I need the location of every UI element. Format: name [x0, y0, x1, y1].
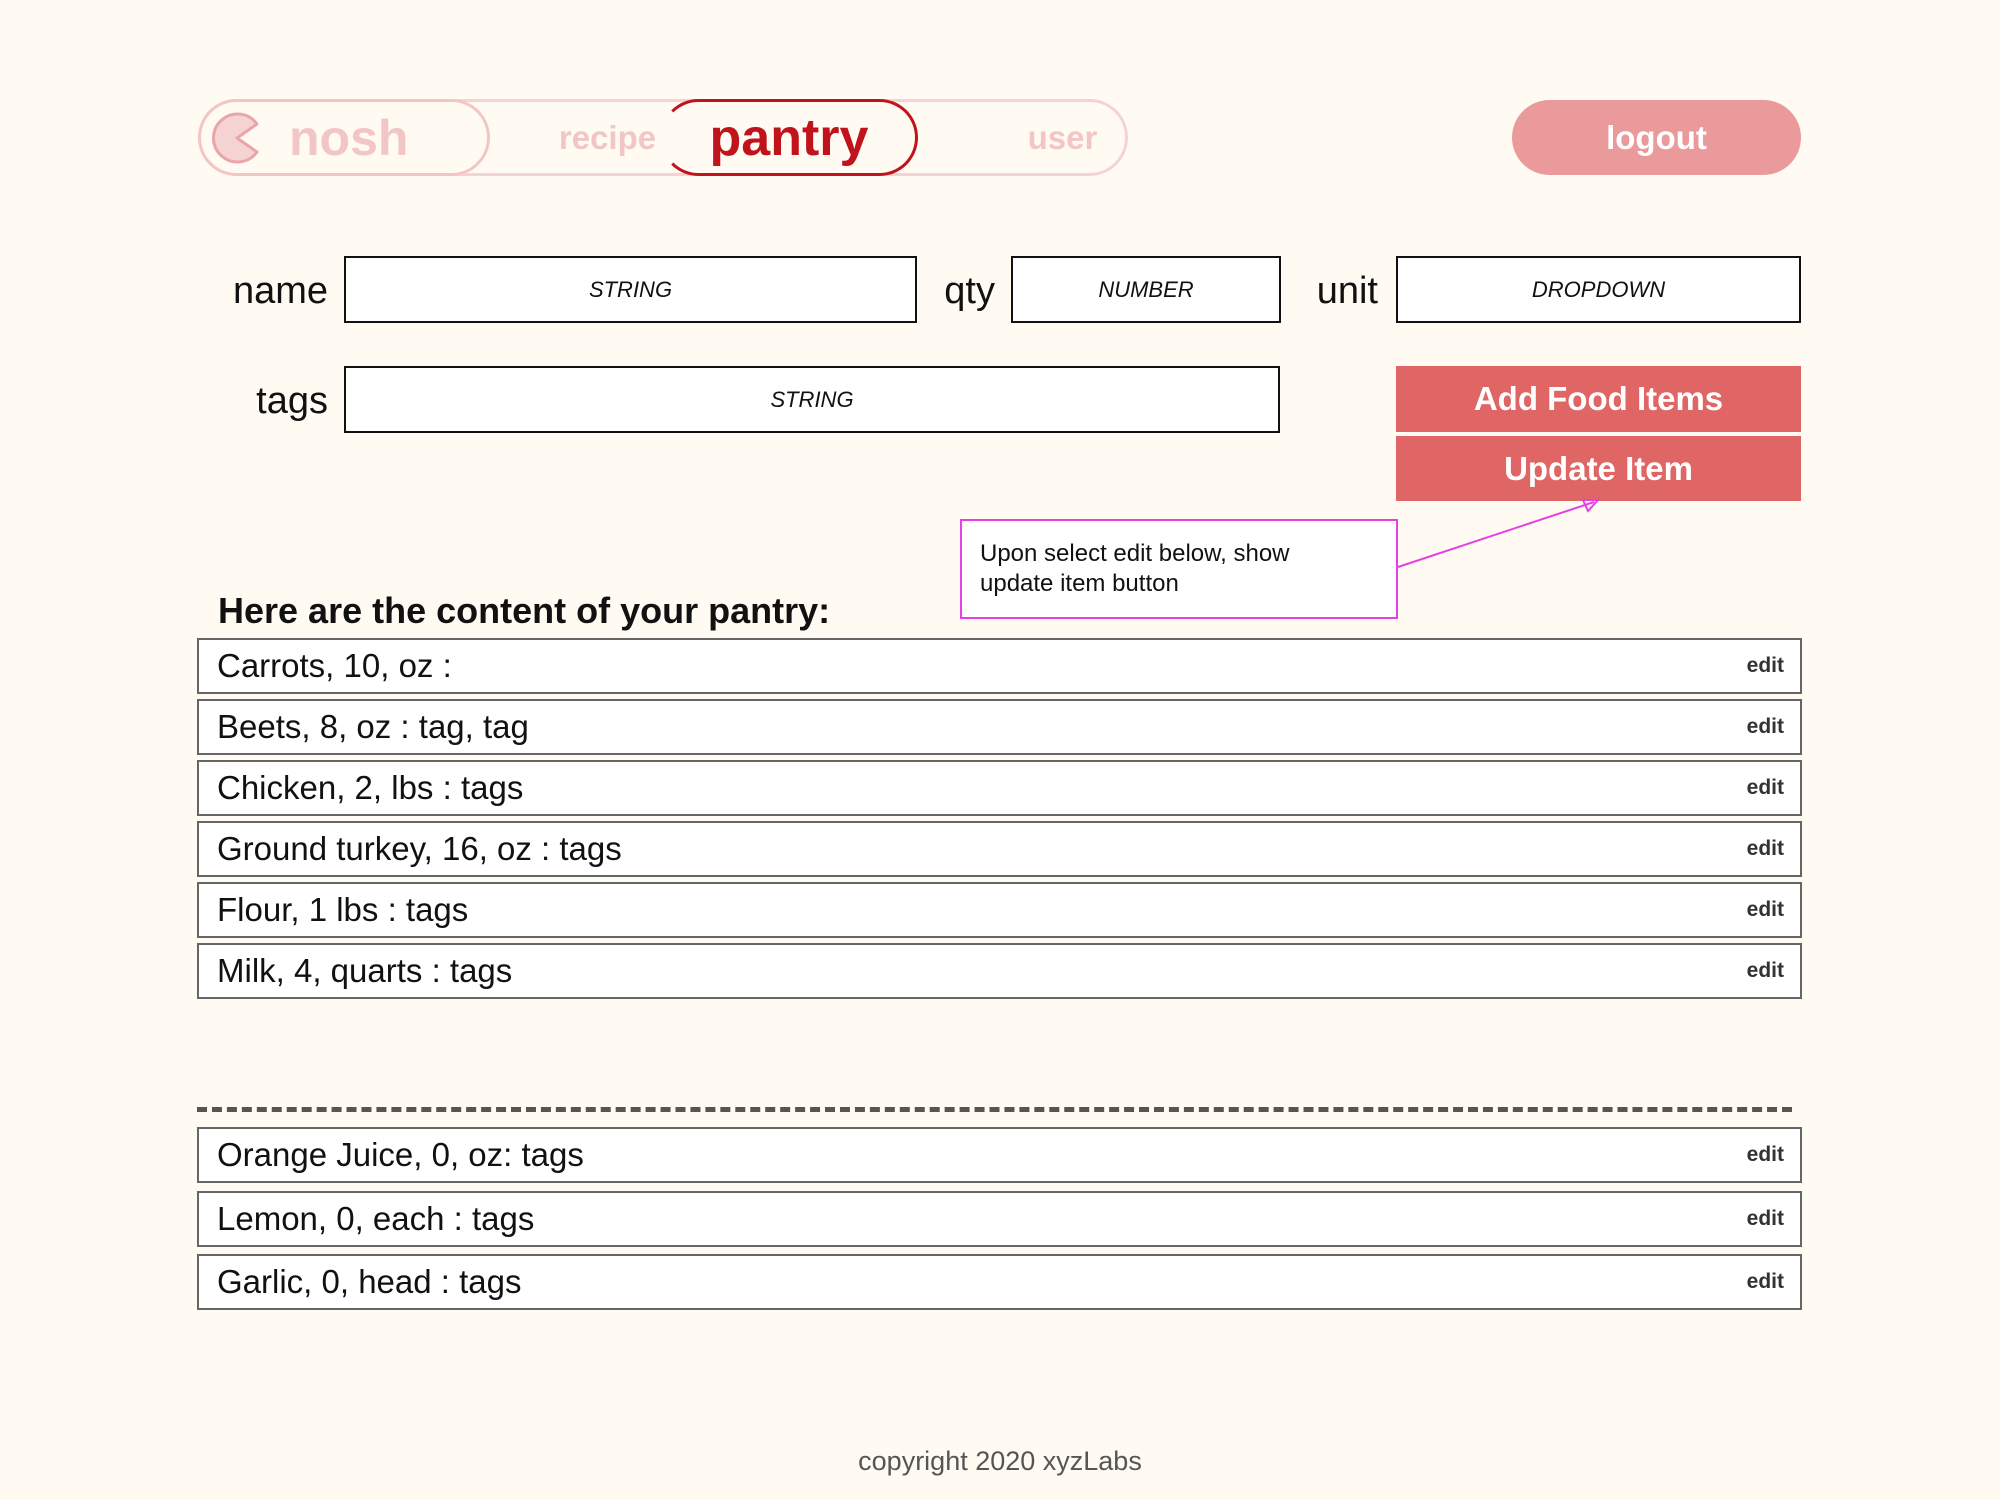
pantry-item-row: Milk, 4, quarts : tags edit — [197, 943, 1802, 999]
edit-link[interactable]: edit — [1747, 715, 1784, 739]
update-item-button[interactable]: Update Item — [1396, 436, 1801, 501]
name-input[interactable]: STRING — [344, 256, 917, 323]
edit-link[interactable]: edit — [1747, 776, 1784, 800]
unit-dropdown-value: DROPDOWN — [1531, 276, 1666, 302]
edit-link[interactable]: edit — [1747, 1270, 1784, 1294]
footer-copyright: copyright 2020 xyzLabs — [858, 1446, 1142, 1476]
edit-link[interactable]: edit — [1747, 1143, 1784, 1167]
pantry-item-text: Beets, 8, oz : tag, tag — [217, 708, 529, 745]
name-label: name — [232, 270, 328, 312]
add-food-items-button[interactable]: Add Food Items — [1396, 366, 1801, 432]
qty-input[interactable]: NUMBER — [1011, 256, 1281, 323]
tab-user-label: user — [1027, 118, 1098, 156]
tags-input-placeholder: STRING — [770, 386, 854, 412]
update-item-label: Update Item — [1504, 449, 1693, 487]
brand-name: nosh — [289, 109, 409, 166]
add-food-items-label: Add Food Items — [1473, 380, 1724, 417]
edit-link[interactable]: edit — [1747, 654, 1784, 678]
section-divider — [197, 1107, 1792, 1112]
pantry-item-row: Ground turkey, 16, oz : tags edit — [197, 821, 1802, 877]
edit-link[interactable]: edit — [1747, 837, 1784, 861]
tab-pantry-label: pantry — [709, 108, 869, 167]
pantry-heading: Here are the content of your pantry: — [218, 590, 831, 631]
edit-link[interactable]: edit — [1747, 898, 1784, 922]
pantry-item-text: Milk, 4, quarts : tags — [217, 952, 513, 989]
qty-input-placeholder: NUMBER — [1098, 276, 1194, 302]
empty-item-text: Orange Juice, 0, oz: tags — [217, 1136, 584, 1173]
annotation-line-1: Upon select edit below, show — [980, 540, 1290, 567]
tags-label: tags — [256, 380, 328, 422]
logout-button[interactable]: logout — [1512, 100, 1801, 175]
edit-link[interactable]: edit — [1747, 1207, 1784, 1231]
annotation-arrow-head — [1581, 499, 1601, 513]
unit-dropdown[interactable]: DROPDOWN — [1396, 256, 1801, 323]
annotation-note: Upon select edit below, show update item… — [960, 519, 1398, 619]
brand-home-link[interactable]: nosh — [198, 99, 490, 176]
empty-item-row: Lemon, 0, each : tags edit — [197, 1191, 1802, 1247]
pantry-item-row: Flour, 1 lbs : tags edit — [197, 882, 1802, 938]
annotation-line-2: update item button — [980, 570, 1179, 597]
empty-item-text: Lemon, 0, each : tags — [217, 1200, 535, 1237]
pantry-item-row: Chicken, 2, lbs : tags edit — [197, 760, 1802, 816]
qty-label: qty — [944, 270, 995, 312]
pantry-item-text: Ground turkey, 16, oz : tags — [217, 830, 622, 867]
annotation-arrow-line — [1397, 501, 1595, 568]
empty-item-row: Garlic, 0, head : tags edit — [197, 1254, 1802, 1310]
pantry-item-row: Beets, 8, oz : tag, tag edit — [197, 699, 1802, 755]
tab-pantry[interactable]: pantry — [660, 99, 918, 176]
empty-item-text: Garlic, 0, head : tags — [217, 1263, 522, 1300]
pantry-item-text: Carrots, 10, oz : — [217, 647, 452, 684]
edit-link[interactable]: edit — [1747, 959, 1784, 983]
tab-user[interactable]: user — [960, 101, 1165, 174]
unit-label: unit — [1316, 270, 1378, 312]
pacman-logo-icon — [212, 112, 259, 163]
logout-label: logout — [1606, 118, 1707, 156]
name-input-placeholder: STRING — [588, 276, 673, 302]
pantry-item-row: Carrots, 10, oz : edit — [197, 638, 1802, 694]
pantry-item-text: Chicken, 2, lbs : tags — [217, 769, 524, 806]
pantry-item-text: Flour, 1 lbs : tags — [217, 891, 469, 928]
empty-item-row: Orange Juice, 0, oz: tags edit — [197, 1127, 1802, 1183]
tags-input[interactable]: STRING — [344, 366, 1280, 433]
tab-recipe-label: recipe — [558, 118, 657, 156]
